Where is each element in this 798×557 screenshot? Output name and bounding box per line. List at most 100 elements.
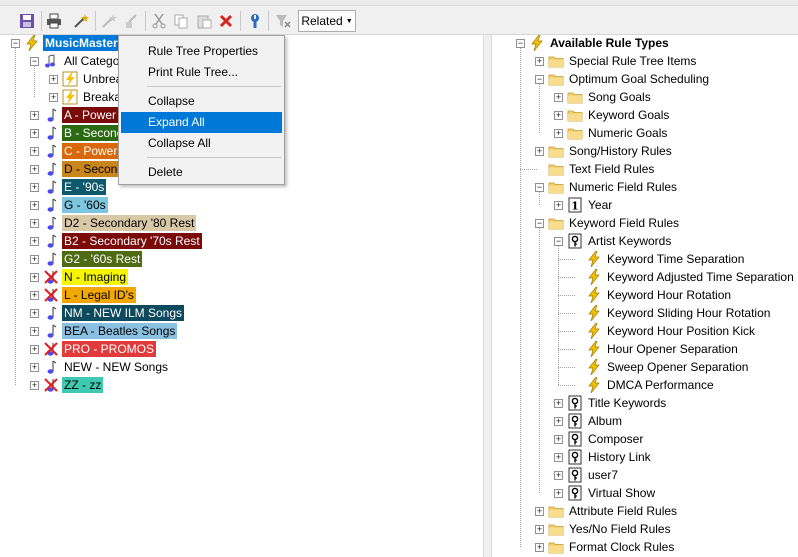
brush-disabled-icon[interactable] [120, 10, 142, 32]
tree-node-keyword-field-rules[interactable]: − Keyword Field Rules [535, 214, 681, 232]
tree-node-category-new-new-songs[interactable]: + NEW - NEW Songs [30, 358, 170, 376]
menu-item-collapse[interactable]: Collapse [121, 91, 282, 112]
tree-node-history-link[interactable]: + History Link [554, 448, 653, 466]
expand-icon[interactable]: + [535, 506, 544, 516]
expand-icon[interactable]: + [554, 92, 563, 102]
tree-node-root[interactable]: − MusicMaster [11, 34, 120, 52]
tree-node-keyword-adjusted-time-separation[interactable]: Keyword Adjusted Time Separation [573, 268, 796, 286]
print-icon[interactable] [43, 10, 65, 32]
expand-icon[interactable]: + [49, 74, 58, 84]
menu-item-delete[interactable]: Delete [121, 162, 282, 183]
tree-node-category-e-90s[interactable]: + E - '90s [30, 178, 107, 196]
tree-node-category-bea-beatles-songs[interactable]: + BEA - Beatles Songs [30, 322, 178, 340]
expand-icon[interactable]: + [535, 524, 544, 534]
tree-node-category-d-second[interactable]: + D - Second [30, 160, 127, 178]
tree-node-available-rule-types[interactable]: − Available Rule Types [516, 34, 671, 52]
collapse-icon[interactable]: − [535, 74, 544, 84]
expand-icon[interactable]: + [30, 110, 39, 120]
panel-splitter[interactable] [484, 35, 492, 557]
magic-wand-icon[interactable] [70, 10, 92, 32]
expand-icon[interactable]: + [554, 488, 563, 498]
expand-icon[interactable]: + [554, 128, 563, 138]
tree-node-sweep-opener-separation[interactable]: Sweep Opener Separation [573, 358, 750, 376]
copy-icon[interactable] [170, 10, 192, 32]
collapse-icon[interactable]: − [535, 182, 544, 192]
tree-node-category-g-60s[interactable]: + G - '60s [30, 196, 108, 214]
tree-node-sub-unbrea[interactable]: + Unbrea [49, 70, 124, 88]
expand-icon[interactable]: + [554, 398, 563, 408]
tree-node-category-c-power[interactable]: + C - Power [30, 142, 120, 160]
expand-icon[interactable]: + [30, 308, 39, 318]
tree-node-virtual-show[interactable]: + Virtual Show [554, 484, 657, 502]
expand-icon[interactable]: + [30, 182, 39, 192]
tree-node-keyword-hour-position-kick[interactable]: Keyword Hour Position Kick [573, 322, 757, 340]
tree-node-category-n-imaging[interactable]: + N - Imaging [30, 268, 129, 286]
expand-icon[interactable]: + [30, 200, 39, 210]
expand-icon[interactable]: + [30, 236, 39, 246]
expand-icon[interactable]: + [554, 110, 563, 120]
collapse-icon[interactable]: − [30, 56, 39, 66]
collapse-icon[interactable]: − [554, 236, 563, 246]
tree-node-keyword-hour-rotation[interactable]: Keyword Hour Rotation [573, 286, 733, 304]
tree-node-category-a-power[interactable]: + A - Power [30, 106, 119, 124]
wand-disabled-icon[interactable] [98, 10, 120, 32]
delete-icon[interactable] [215, 10, 237, 32]
expand-icon[interactable]: + [30, 218, 39, 228]
filter-clear-icon[interactable] [272, 10, 294, 32]
tree-node-category-nm-new-ilm-songs[interactable]: + NM - NEW ILM Songs [30, 304, 185, 322]
paste-icon[interactable] [193, 10, 215, 32]
expand-icon[interactable]: + [535, 146, 544, 156]
tree-node-yes-no-field-rules[interactable]: + Yes/No Field Rules [535, 520, 673, 538]
tree-node-category-pro-promos[interactable]: + PRO - PROMOS [30, 340, 157, 358]
collapse-icon[interactable]: − [11, 38, 20, 48]
expand-icon[interactable]: + [30, 344, 39, 354]
tree-node-keyword-sliding-hour-rotation[interactable]: Keyword Sliding Hour Rotation [573, 304, 772, 322]
tree-node-attribute-field-rules[interactable]: + Attribute Field Rules [535, 502, 679, 520]
tree-node-dmca-performance[interactable]: DMCA Performance [573, 376, 716, 394]
tree-node-hour-opener-separation[interactable]: Hour Opener Separation [573, 340, 740, 358]
tree-node-category-b-second[interactable]: + B - Second [30, 124, 126, 142]
expand-icon[interactable]: + [30, 272, 39, 282]
tree-node-song-history-rules[interactable]: + Song/History Rules [535, 142, 674, 160]
expand-icon[interactable]: + [30, 164, 39, 174]
tree-node-special-rule-tree-items[interactable]: + Special Rule Tree Items [535, 52, 698, 70]
collapse-icon[interactable]: − [535, 218, 544, 228]
expand-icon[interactable]: + [30, 362, 39, 372]
cut-icon[interactable] [148, 10, 170, 32]
tree-node-format-clock-rules[interactable]: + Format Clock Rules [535, 538, 676, 556]
expand-icon[interactable]: + [554, 470, 563, 480]
tree-node-category-l-legal-id-s[interactable]: + L - Legal ID's [30, 286, 136, 304]
tree-node-category-g2-60s-rest[interactable]: + G2 - '60s Rest [30, 250, 143, 268]
expand-icon[interactable]: + [49, 92, 58, 102]
tree-node-numeric-field-rules[interactable]: − Numeric Field Rules [535, 178, 679, 196]
tree-node-all-categories[interactable]: − All Catego [30, 52, 121, 70]
tree-node-artist-keywords[interactable]: − Artist Keywords [554, 232, 673, 250]
tree-node-sub-breaka[interactable]: + Breaka [49, 88, 123, 106]
expand-icon[interactable]: + [535, 542, 544, 552]
expand-icon[interactable]: + [30, 146, 39, 156]
tree-node-category-d2-secondary-80-rest[interactable]: + D2 - Secondary '80 Rest [30, 214, 197, 232]
menu-item-rule-tree-properties[interactable]: Rule Tree Properties [121, 41, 282, 62]
menu-item-expand-all[interactable]: Expand All [121, 112, 282, 133]
expand-icon[interactable]: + [30, 326, 39, 336]
collapse-icon[interactable]: − [516, 38, 525, 48]
tree-node-category-b2-secondary-70s-rest[interactable]: + B2 - Secondary '70s Rest [30, 232, 202, 250]
expand-icon[interactable]: + [535, 56, 544, 66]
tree-node-album[interactable]: + Album [554, 412, 624, 430]
expand-icon[interactable]: + [554, 434, 563, 444]
tree-node-year[interactable]: +1 Year [554, 196, 614, 214]
tree-node-song-goals[interactable]: + Song Goals [554, 88, 653, 106]
related-dropdown-button[interactable]: Related ▼ [298, 10, 356, 32]
tree-node-keyword-time-separation[interactable]: Keyword Time Separation [573, 250, 746, 268]
menu-item-collapse-all[interactable]: Collapse All [121, 133, 282, 154]
menu-item-print-rule-tree[interactable]: Print Rule Tree... [121, 62, 282, 83]
expand-icon[interactable]: + [554, 452, 563, 462]
tree-node-category-zz-zz[interactable]: + ZZ - zz [30, 376, 104, 394]
expand-icon[interactable]: + [554, 416, 563, 426]
tree-node-keyword-goals[interactable]: + Keyword Goals [554, 106, 671, 124]
expand-icon[interactable]: + [30, 128, 39, 138]
tree-node-optimum-goal-scheduling[interactable]: − Optimum Goal Scheduling [535, 70, 711, 88]
tree-node-user7[interactable]: + user7 [554, 466, 620, 484]
save-icon[interactable] [16, 10, 38, 32]
expand-icon[interactable]: + [30, 254, 39, 264]
